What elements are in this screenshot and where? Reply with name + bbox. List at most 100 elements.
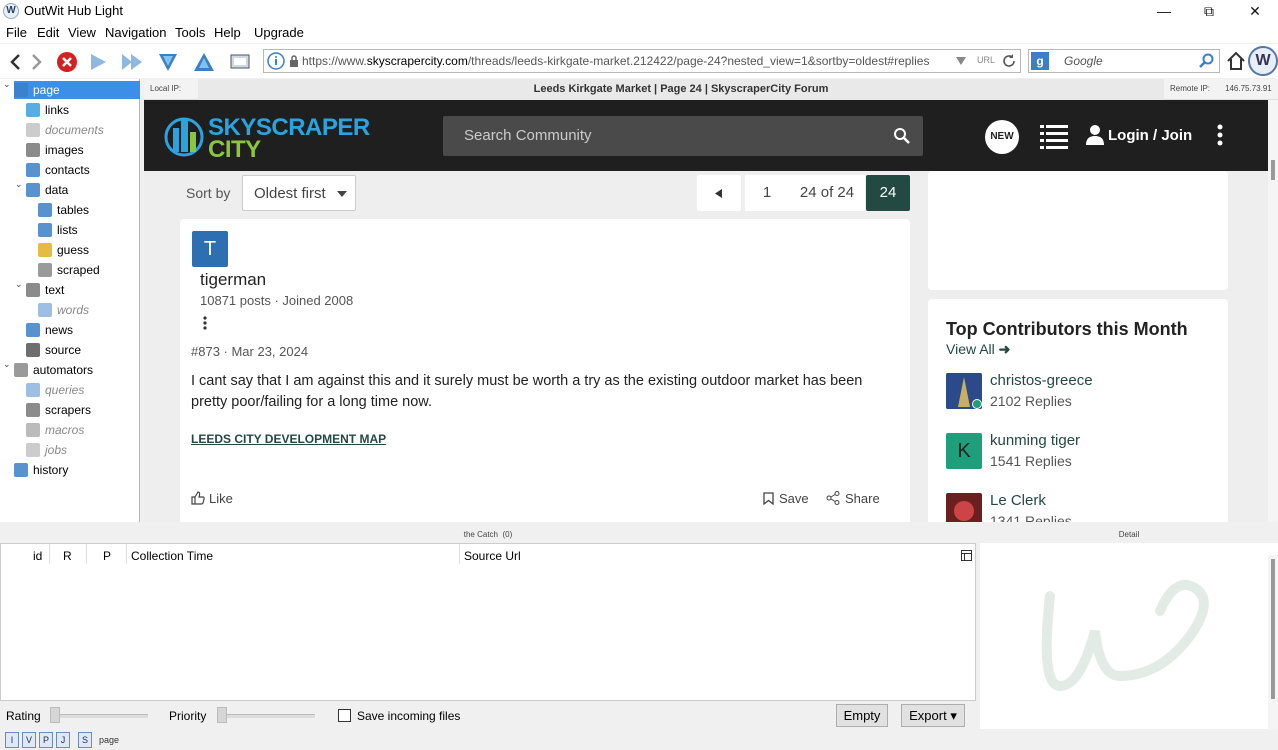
expand-caret-icon[interactable]: ⌄ (15, 179, 23, 190)
menu-file[interactable]: File (6, 25, 27, 40)
menu-view[interactable]: View (68, 25, 96, 40)
url-bar[interactable]: https://www.skyscrapercity.com/threads/l… (263, 49, 1021, 73)
avatar[interactable]: K (946, 433, 982, 469)
status-button-i[interactable]: I (5, 732, 19, 748)
sidebar-item-data[interactable]: data (26, 181, 68, 199)
scrollbar-thumb[interactable] (1271, 160, 1275, 180)
expand-caret-icon[interactable]: ⌄ (3, 79, 11, 90)
user-icon[interactable] (1086, 125, 1104, 145)
search-box[interactable]: g Google (1028, 49, 1220, 73)
page-1-button[interactable]: 1 (745, 175, 789, 211)
column-picker-icon[interactable] (961, 550, 972, 561)
page-indicator[interactable]: 24 of 24 (789, 175, 865, 211)
list-view-icon[interactable] (1040, 123, 1068, 149)
status-button-s[interactable]: S (78, 732, 92, 748)
screen-icon[interactable] (228, 50, 252, 74)
catch-table[interactable]: id R P Collection Time Source Url (0, 543, 976, 701)
save-button[interactable]: Save (763, 491, 809, 506)
post-link[interactable]: LEEDS CITY DEVELOPMENT MAP (191, 432, 386, 446)
column-rating[interactable]: R (63, 549, 72, 563)
view-all-link[interactable]: View All ➜ (946, 341, 1010, 358)
sidebar-item-text[interactable]: text (26, 281, 64, 299)
reload-icon[interactable] (1001, 53, 1017, 69)
menu-navigation[interactable]: Navigation (105, 25, 166, 40)
search-icon[interactable] (893, 127, 911, 145)
scrollbar-thumb[interactable] (1271, 559, 1275, 699)
sidebar-item-history[interactable]: history (14, 461, 68, 479)
community-search[interactable]: Search Community (443, 116, 923, 156)
sidebar-item-lists[interactable]: lists (38, 221, 78, 239)
avatar[interactable] (946, 373, 982, 409)
menu-tools[interactable]: Tools (175, 25, 205, 40)
status-button-j[interactable]: J (56, 732, 70, 748)
browser-scrollbar[interactable] (1268, 100, 1278, 522)
expand-caret-icon[interactable]: ⌄ (3, 359, 11, 370)
sidebar-item-images[interactable]: images (26, 141, 84, 159)
minimize-button[interactable]: — (1141, 0, 1187, 22)
expand-caret-icon[interactable]: ⌄ (15, 279, 23, 290)
up-level-icon[interactable] (192, 50, 216, 74)
contributor-name[interactable]: kunming tiger (990, 432, 1080, 449)
priority-slider-thumb[interactable] (217, 707, 227, 723)
share-button[interactable]: Share (826, 491, 880, 506)
stop-icon[interactable] (55, 50, 79, 74)
empty-button[interactable]: Empty (836, 704, 888, 727)
sidebar-item-words[interactable]: words (38, 301, 89, 319)
sidebar-item-page[interactable]: page (14, 81, 140, 99)
save-incoming-checkbox[interactable] (338, 709, 351, 722)
sidebar-item-guess[interactable]: guess (38, 241, 89, 259)
menu-upgrade[interactable]: Upgrade (254, 25, 304, 40)
close-window-button[interactable]: ✕ (1232, 0, 1278, 22)
post-id-date[interactable]: #873 · Mar 23, 2024 (191, 344, 308, 359)
new-badge-icon[interactable]: NEW (985, 120, 1019, 154)
page-24-button[interactable]: 24 (866, 175, 910, 211)
sidebar-item-automators[interactable]: automators (14, 361, 93, 379)
sidebar-item-documents[interactable]: documents (26, 121, 104, 139)
maximize-button[interactable]: ⧉ (1186, 0, 1232, 22)
post-options-icon[interactable] (203, 316, 207, 330)
export-button[interactable]: Export ▾ (901, 704, 965, 727)
home-icon[interactable] (1226, 51, 1246, 71)
column-id[interactable]: id (33, 549, 42, 563)
login-join-link[interactable]: Login / Join (1108, 127, 1192, 144)
sidebar-item-macros[interactable]: macros (26, 421, 84, 439)
status-button-v[interactable]: V (22, 732, 36, 748)
sidebar-item-scrapers[interactable]: scrapers (26, 401, 91, 419)
forward-icon[interactable] (24, 50, 48, 74)
status-button-p[interactable]: P (39, 732, 53, 748)
menu-help[interactable]: Help (214, 25, 241, 40)
sidebar-item-tables[interactable]: tables (38, 201, 89, 219)
sidebar-item-news[interactable]: news (26, 321, 73, 339)
priority-slider[interactable] (217, 714, 315, 718)
more-menu-icon[interactable] (1217, 124, 1223, 146)
search-icon[interactable] (1199, 53, 1215, 69)
sidebar-item-jobs[interactable]: jobs (26, 441, 67, 459)
avatar[interactable]: T (192, 231, 228, 267)
skyscrapercity-logo[interactable]: SKYSCRAPER CITY (164, 114, 370, 163)
sidebar-item-contacts[interactable]: contacts (26, 161, 90, 179)
contributor-name[interactable]: Le Clerk (990, 492, 1046, 509)
sidebar-item-links[interactable]: links (26, 101, 69, 119)
column-priority[interactable]: P (103, 549, 111, 563)
avatar[interactable] (946, 493, 982, 522)
fast-forward-icon[interactable] (120, 50, 144, 74)
site-info-icon[interactable] (267, 52, 285, 70)
column-source-url[interactable]: Source Url (464, 549, 521, 563)
menu-edit[interactable]: Edit (37, 25, 59, 40)
url-dropdown-icon[interactable] (956, 57, 966, 65)
column-collection-time[interactable]: Collection Time (131, 549, 213, 563)
contributor-name[interactable]: christos-greece (990, 372, 1093, 389)
sort-dropdown[interactable]: Oldest first (242, 175, 356, 211)
prev-page-button[interactable] (697, 175, 741, 211)
google-icon[interactable]: g (1031, 52, 1049, 70)
sidebar-item-scraped[interactable]: scraped (38, 261, 100, 279)
outwit-logo-icon[interactable]: W (1248, 46, 1278, 76)
sidebar-item-source[interactable]: source (26, 341, 81, 359)
rating-slider-thumb[interactable] (50, 707, 60, 723)
detail-scrollbar[interactable] (1268, 555, 1278, 730)
like-button[interactable]: Like (191, 491, 233, 506)
rating-slider[interactable] (50, 714, 148, 718)
sidebar-item-queries[interactable]: queries (26, 381, 84, 399)
next-page-icon[interactable] (86, 50, 110, 74)
post-author[interactable]: tigerman (200, 270, 266, 290)
